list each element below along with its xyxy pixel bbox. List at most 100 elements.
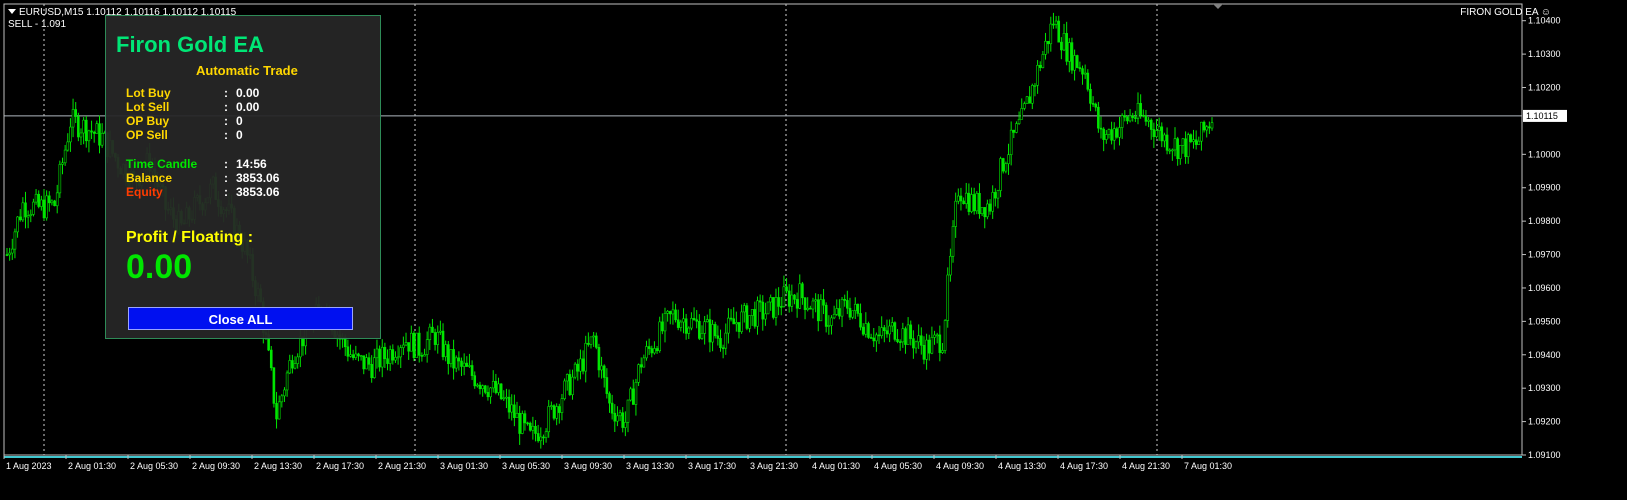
candle <box>415 332 418 358</box>
candle <box>373 348 376 379</box>
candle-body <box>642 357 646 368</box>
candle-body <box>462 362 466 367</box>
candle-body <box>653 348 656 354</box>
candle <box>1144 109 1148 126</box>
candle <box>428 323 432 351</box>
candle-body <box>547 406 551 433</box>
candle-body <box>684 318 688 334</box>
candle-body <box>639 364 643 368</box>
candle-body <box>499 383 503 399</box>
candle <box>769 294 772 311</box>
candle <box>748 315 751 333</box>
candle-body <box>880 327 883 336</box>
candle-body <box>1081 68 1084 75</box>
candle-body <box>816 299 820 322</box>
candle-body <box>711 324 714 343</box>
candle <box>1134 110 1137 123</box>
candle <box>859 303 862 331</box>
candle <box>58 160 62 198</box>
candle-body <box>920 335 923 346</box>
candle <box>571 369 574 400</box>
x-tick-label: 7 Aug 01:30 <box>1184 461 1232 471</box>
candle <box>880 316 883 339</box>
candle <box>92 130 96 143</box>
candle-body <box>502 397 506 400</box>
row-time-candle: Time Candle:14:56 <box>126 157 267 171</box>
candle-body <box>526 422 529 425</box>
candle <box>920 327 923 355</box>
candle <box>1075 54 1079 69</box>
current-price-label: 1.10115 <box>1526 111 1558 121</box>
candle <box>1020 98 1024 120</box>
candle <box>978 183 981 219</box>
candle <box>84 115 88 148</box>
candle-body <box>425 339 429 355</box>
candle-body <box>708 319 712 343</box>
candle <box>433 328 437 351</box>
candle-body <box>491 381 495 389</box>
candle-body <box>433 332 437 345</box>
candle <box>594 332 598 350</box>
candle-body <box>994 192 997 199</box>
candle <box>71 98 75 138</box>
candle <box>1131 112 1135 122</box>
candle <box>291 354 294 374</box>
candle <box>986 199 989 220</box>
close-all-button[interactable]: Close ALL <box>128 307 353 330</box>
candle <box>735 311 738 332</box>
candle <box>1054 16 1058 29</box>
ea-name-label: FIRON GOLD EA ☺ <box>1460 7 1551 18</box>
candle-body <box>431 326 434 333</box>
candle <box>719 329 722 352</box>
candle-body <box>457 357 461 362</box>
candle <box>351 349 355 361</box>
row-value: 0.00 <box>236 86 260 100</box>
candle-body <box>949 255 952 276</box>
candle-body <box>1104 134 1108 140</box>
candle-body <box>782 286 786 307</box>
candle <box>613 404 617 432</box>
x-tick-label: 3 Aug 01:30 <box>440 461 488 471</box>
candle-body <box>555 406 558 419</box>
row-label: Equity <box>126 185 163 199</box>
candle <box>964 182 968 209</box>
candle <box>1007 143 1010 175</box>
candle-body <box>288 360 292 374</box>
candle-body <box>1075 55 1079 68</box>
candle-body <box>489 387 492 398</box>
candle-body <box>912 338 915 349</box>
row-value: 0 <box>236 114 243 128</box>
candle <box>835 299 839 316</box>
candle-body <box>1178 145 1182 159</box>
candle <box>63 144 67 166</box>
candle-body <box>1163 134 1166 142</box>
dropdown-triangle-icon[interactable] <box>8 9 16 14</box>
candle <box>838 299 841 320</box>
candle-body <box>272 367 276 404</box>
candle <box>975 191 979 215</box>
candle <box>404 332 408 347</box>
candle <box>1081 65 1084 85</box>
candle-body <box>581 358 585 372</box>
candle-body <box>484 385 487 393</box>
candle <box>523 410 527 431</box>
candle <box>565 373 569 391</box>
candle <box>1036 60 1039 94</box>
candle-body <box>1065 33 1068 62</box>
candle <box>962 197 965 205</box>
candle <box>1094 102 1098 112</box>
candle-body <box>729 317 733 320</box>
candle-body <box>1152 129 1156 138</box>
candle <box>581 350 585 375</box>
candle <box>1060 37 1063 60</box>
candle-body <box>904 328 907 345</box>
candle-body <box>650 348 654 354</box>
candle <box>1046 40 1050 54</box>
candle <box>391 344 395 365</box>
candle <box>602 364 606 388</box>
x-tick-label: 2 Aug 05:30 <box>130 461 178 471</box>
candle-body <box>983 207 987 218</box>
candle-body <box>420 355 424 357</box>
candle <box>1049 16 1053 52</box>
candle-body <box>1012 129 1016 133</box>
